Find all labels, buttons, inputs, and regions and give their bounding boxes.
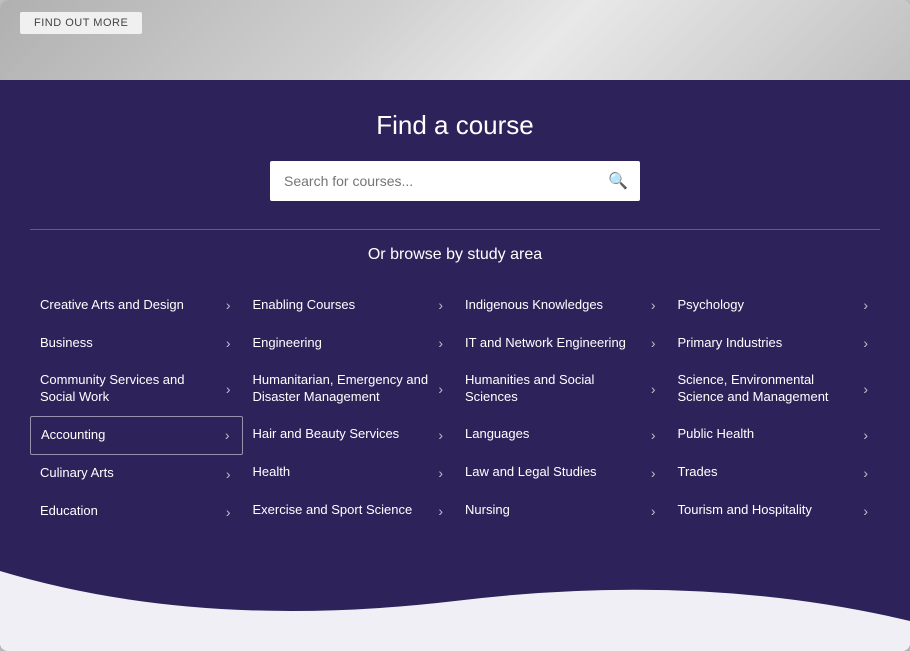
study-item-label: Exercise and Sport Science: [253, 502, 433, 519]
study-item-label: Community Services and Social Work: [40, 372, 220, 406]
chevron-right-icon: ›: [438, 427, 443, 443]
study-item-label: Health: [253, 464, 433, 481]
chevron-right-icon: ›: [651, 335, 656, 351]
chevron-right-icon: ›: [225, 427, 230, 443]
study-item[interactable]: Engineering ›: [243, 324, 456, 362]
chevron-right-icon: ›: [226, 381, 231, 397]
search-bar: 🔍: [270, 161, 640, 201]
study-item[interactable]: Enabling Courses ›: [243, 286, 456, 324]
study-item[interactable]: Health ›: [243, 454, 456, 492]
study-item-label: Law and Legal Studies: [465, 464, 645, 481]
study-item-label: Engineering: [253, 335, 433, 352]
study-item-label: Creative Arts and Design: [40, 297, 220, 314]
study-item[interactable]: IT and Network Engineering ›: [455, 324, 668, 362]
study-item-label: Business: [40, 335, 220, 352]
study-item[interactable]: Science, Environmental Science and Manag…: [668, 362, 881, 416]
chevron-right-icon: ›: [863, 427, 868, 443]
chevron-right-icon: ›: [651, 465, 656, 481]
study-item-label: IT and Network Engineering: [465, 335, 645, 352]
study-item[interactable]: Education ›: [30, 493, 243, 531]
study-item[interactable]: Community Services and Social Work ›: [30, 362, 243, 416]
chevron-right-icon: ›: [863, 335, 868, 351]
chevron-right-icon: ›: [651, 381, 656, 397]
study-col-1: Enabling Courses › Engineering › Humanitaria…: [243, 286, 456, 531]
study-item[interactable]: Public Health ›: [668, 416, 881, 454]
study-item-label: Accounting: [41, 427, 219, 444]
study-item[interactable]: Psychology ›: [668, 286, 881, 324]
study-item[interactable]: Law and Legal Studies ›: [455, 454, 668, 492]
study-item-label: Indigenous Knowledges: [465, 297, 645, 314]
study-item[interactable]: Culinary Arts ›: [30, 455, 243, 493]
chevron-right-icon: ›: [438, 297, 443, 313]
chevron-right-icon: ›: [226, 297, 231, 313]
study-item[interactable]: Nursing ›: [455, 492, 668, 530]
chevron-right-icon: ›: [651, 297, 656, 313]
find-out-more-button[interactable]: FIND OUT MORE: [20, 12, 142, 34]
study-item-label: Humanitarian, Emergency and Disaster Man…: [253, 372, 433, 406]
main-section: Find a course 🔍 Or browse by study area …: [0, 80, 910, 571]
chevron-right-icon: ›: [226, 466, 231, 482]
search-button[interactable]: 🔍: [596, 161, 640, 201]
chevron-right-icon: ›: [438, 503, 443, 519]
study-item[interactable]: Hair and Beauty Services ›: [243, 416, 456, 454]
study-item[interactable]: Business ›: [30, 324, 243, 362]
study-item[interactable]: Humanities and Social Sciences ›: [455, 362, 668, 416]
chevron-right-icon: ›: [651, 427, 656, 443]
study-item-label: Trades: [678, 464, 858, 481]
study-item-label: Primary Industries: [678, 335, 858, 352]
study-item-label: Science, Environmental Science and Manag…: [678, 372, 858, 406]
bottom-section: [0, 571, 910, 651]
study-item[interactable]: Humanitarian, Emergency and Disaster Man…: [243, 362, 456, 416]
study-item[interactable]: Languages ›: [455, 416, 668, 454]
search-input[interactable]: [270, 163, 596, 199]
study-item-label: Culinary Arts: [40, 465, 220, 482]
study-item-label: Public Health: [678, 426, 858, 443]
study-item[interactable]: Accounting ›: [30, 416, 243, 455]
page-wrapper: FIND OUT MORE Find a course 🔍 Or browse …: [0, 0, 910, 651]
chevron-right-icon: ›: [863, 381, 868, 397]
study-item[interactable]: Creative Arts and Design ›: [30, 286, 243, 324]
chevron-right-icon: ›: [863, 503, 868, 519]
study-col-2: Indigenous Knowledges›IT and Network Eng…: [455, 286, 668, 531]
study-item-label: Hair and Beauty Services: [253, 426, 433, 443]
chevron-right-icon: ›: [438, 381, 443, 397]
study-item-label: Languages: [465, 426, 645, 443]
chevron-right-icon: ›: [651, 503, 656, 519]
chevron-right-icon: ›: [863, 465, 868, 481]
study-item-label: Education: [40, 503, 220, 520]
study-item-label: Enabling Courses: [253, 297, 433, 314]
study-item[interactable]: Primary Industries ›: [668, 324, 881, 362]
hero-section: FIND OUT MORE: [0, 0, 910, 80]
study-item-label: Nursing: [465, 502, 645, 519]
study-item[interactable]: Trades ›: [668, 454, 881, 492]
study-item-label: Psychology: [678, 297, 858, 314]
browse-label: Or browse by study area: [30, 246, 880, 264]
study-item-label: Tourism and Hospitality: [678, 502, 858, 519]
search-icon: 🔍: [608, 173, 628, 190]
study-col-0: Creative Arts and Design›Business›Commun…: [30, 286, 243, 531]
study-item[interactable]: Tourism and Hospitality ›: [668, 492, 881, 530]
divider: [30, 229, 880, 230]
study-item[interactable]: Indigenous Knowledges ›: [455, 286, 668, 324]
study-col-3: Psychology › Primary Industries › Science, E…: [668, 286, 881, 531]
study-item[interactable]: Exercise and Sport Science ›: [243, 492, 456, 530]
study-grid: Creative Arts and Design›Business›Commun…: [30, 286, 880, 531]
study-item-label: Humanities and Social Sciences: [465, 372, 645, 406]
search-wrapper: 🔍: [30, 161, 880, 201]
page-title: Find a course: [30, 110, 880, 141]
chevron-right-icon: ›: [438, 335, 443, 351]
chevron-right-icon: ›: [226, 504, 231, 520]
chevron-right-icon: ›: [438, 465, 443, 481]
chevron-right-icon: ›: [226, 335, 231, 351]
chevron-right-icon: ›: [863, 297, 868, 313]
